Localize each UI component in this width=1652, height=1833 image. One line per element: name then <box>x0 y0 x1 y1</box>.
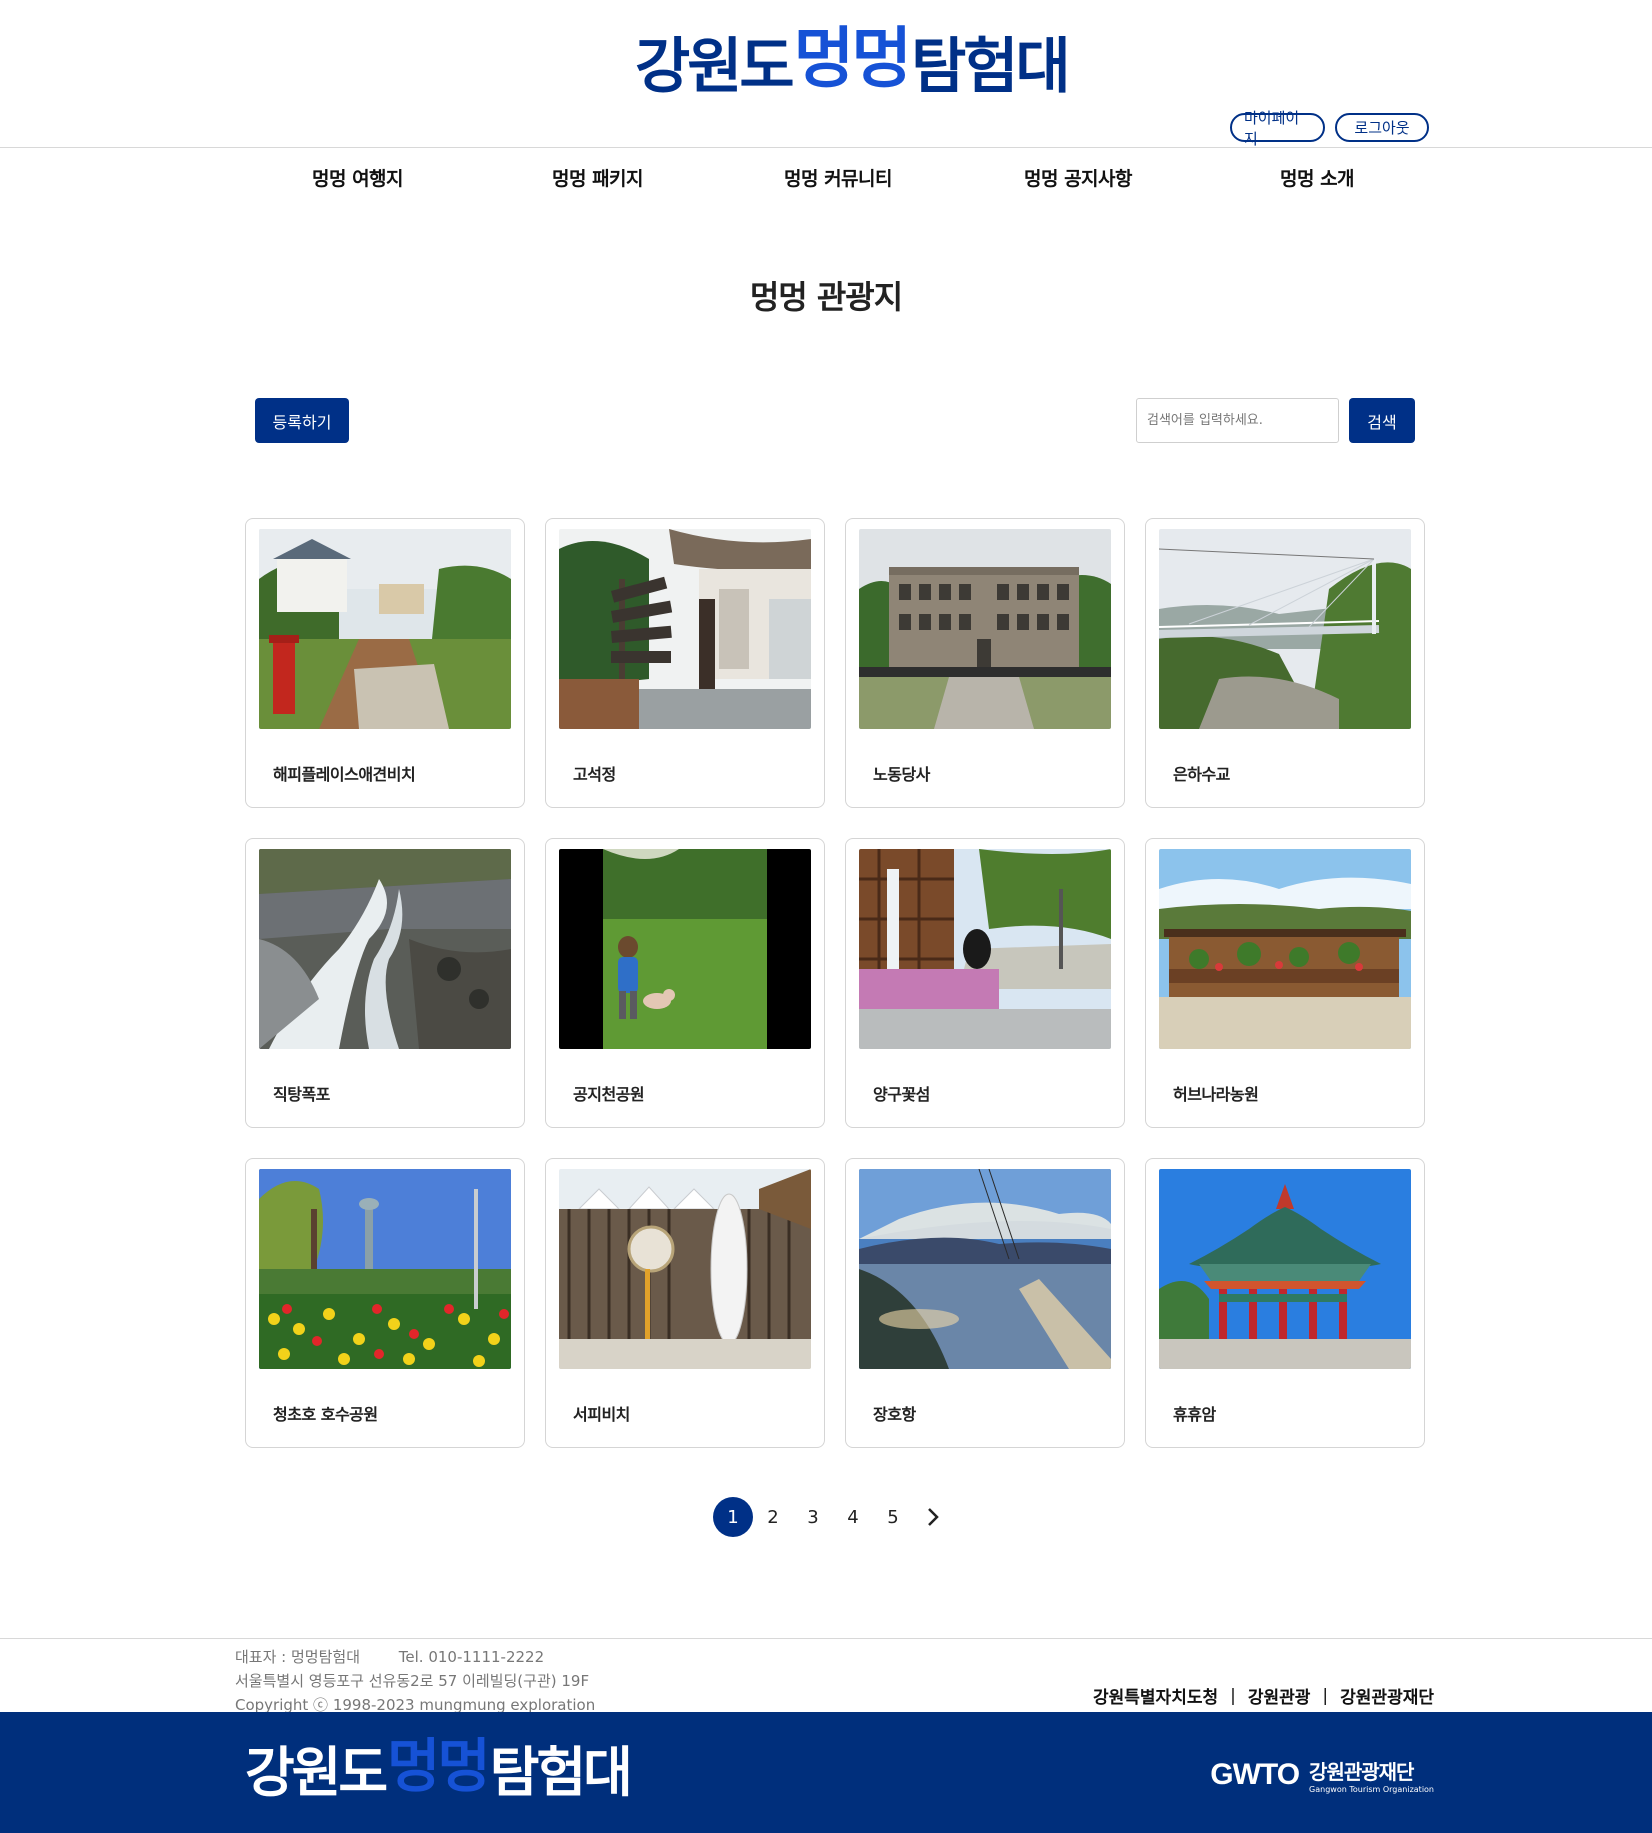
logo-part-1: 강원도 <box>635 32 795 102</box>
logo-part-3: 탐험대 <box>911 32 1071 102</box>
place-card[interactable]: 공지천공원 <box>545 838 825 1128</box>
footer-logo-part-3: 탐험대 <box>489 1741 633 1804</box>
nav-item-destinations[interactable]: 멍멍 여행지 <box>312 164 404 191</box>
gwto-text: 강원관광재단 Gangwon Tourism Organization <box>1309 1756 1434 1794</box>
page-title: 멍멍 관광지 <box>749 278 903 316</box>
next-page-button[interactable] <box>913 1497 953 1537</box>
footer-logo[interactable]: 강원도 멍멍 탐험대 <box>245 1734 633 1804</box>
place-photo <box>859 849 1111 1049</box>
mypage-button[interactable]: 마이페이지 <box>1230 109 1325 148</box>
register-button[interactable]: 등록하기 <box>255 398 349 443</box>
logout-button[interactable]: 로그아웃 <box>1335 113 1429 142</box>
page-5-button[interactable]: 5 <box>873 1497 913 1537</box>
place-card[interactable]: 장호항 <box>845 1158 1125 1448</box>
telephone: Tel. 010-1111-2222 <box>398 1648 545 1666</box>
place-card[interactable]: 휴휴암 <box>1145 1158 1425 1448</box>
page-2-button[interactable]: 2 <box>753 1497 793 1537</box>
place-name: 청초호 호수공원 <box>273 1405 378 1424</box>
place-photo <box>259 849 511 1049</box>
footer-logo-part-1: 강원도 <box>245 1741 388 1804</box>
place-card[interactable]: 허브나라농원 <box>1145 838 1425 1128</box>
representative: 대표자 : 멍멍탐험대 <box>235 1648 360 1666</box>
divider: | <box>1230 1685 1236 1706</box>
place-name: 노동당사 <box>873 765 930 784</box>
place-card[interactable]: 은하수교 <box>1145 518 1425 808</box>
search-input[interactable] <box>1136 398 1339 443</box>
place-photo <box>559 1169 811 1369</box>
footer-info-area: 대표자 : 멍멍탐험대 Tel. 010-1111-2222 서울특별시 영등포… <box>0 1638 1652 1714</box>
place-photo <box>559 529 811 729</box>
place-photo <box>859 1169 1111 1369</box>
nav-item-about[interactable]: 멍멍 소개 <box>1280 164 1355 191</box>
place-photo <box>1159 849 1411 1049</box>
place-card[interactable]: 직탕폭포 <box>245 838 525 1128</box>
footer-logo-part-2: 멍멍 <box>387 1732 491 1800</box>
gwto-name-ko: 강원관광재단 <box>1309 1760 1414 1784</box>
place-name: 고석정 <box>573 765 616 784</box>
chevron-right-icon <box>928 1508 939 1526</box>
place-name: 공지천공원 <box>573 1085 645 1104</box>
place-photo <box>1159 1169 1411 1369</box>
main-nav: 멍멍 여행지 멍멍 패키지 멍멍 커뮤니티 멍멍 공지사항 멍멍 소개 <box>0 148 1652 208</box>
footer-bar: 강원도 멍멍 탐험대 GWTO 강원관광재단 Gangwon Tourism O… <box>0 1712 1652 1833</box>
contact-line: 대표자 : 멍멍탐험대 Tel. 010-1111-2222 <box>235 1645 595 1669</box>
place-card[interactable]: 고석정 <box>545 518 825 808</box>
footer-links: 강원특별자치도청 | 강원관광 | 강원관광재단 <box>1093 1683 1434 1709</box>
gwto-logo[interactable]: GWTO 강원관광재단 Gangwon Tourism Organization <box>1210 1756 1434 1794</box>
gwto-mark: GWTO <box>1210 1758 1300 1791</box>
company-info: 대표자 : 멍멍탐험대 Tel. 010-1111-2222 서울특별시 영등포… <box>235 1645 595 1717</box>
page-1-button[interactable]: 1 <box>713 1497 753 1537</box>
place-name: 허브나라농원 <box>1173 1085 1259 1104</box>
place-photo <box>1159 529 1411 729</box>
place-grid: 해피플레이스애견비치 고석정 노동당사 은하수교 직탕폭포 공지천공원 양구꽃섬… <box>245 518 1425 1448</box>
nav-item-packages[interactable]: 멍멍 패키지 <box>552 164 644 191</box>
place-photo <box>259 1169 511 1369</box>
place-name: 해피플레이스애견비치 <box>273 765 416 784</box>
logo-part-2: 멍멍 <box>793 20 912 97</box>
footer-link-tourism[interactable]: 강원관광 <box>1248 1683 1311 1708</box>
footer-link-foundation[interactable]: 강원관광재단 <box>1340 1683 1434 1708</box>
nav-item-notices[interactable]: 멍멍 공지사항 <box>1024 164 1133 191</box>
place-photo <box>859 529 1111 729</box>
place-name: 휴휴암 <box>1173 1405 1216 1424</box>
pagination: 1 2 3 4 5 <box>713 1497 953 1537</box>
place-card[interactable]: 해피플레이스애견비치 <box>245 518 525 808</box>
place-name: 은하수교 <box>1173 765 1230 784</box>
account-links: 마이페이지 로그아웃 <box>1230 109 1429 148</box>
address: 서울특별시 영등포구 선유동2로 57 이레빌딩(구관) 19F <box>235 1672 590 1690</box>
nav-item-community[interactable]: 멍멍 커뮤니티 <box>784 164 893 191</box>
page-3-button[interactable]: 3 <box>793 1497 833 1537</box>
place-name: 양구꽃섬 <box>873 1085 930 1104</box>
gwto-name-en: Gangwon Tourism Organization <box>1309 1785 1434 1794</box>
place-photo <box>559 849 811 1049</box>
search-button[interactable]: 검색 <box>1349 398 1415 443</box>
place-card[interactable]: 노동당사 <box>845 518 1125 808</box>
place-photo <box>259 529 511 729</box>
place-card[interactable]: 서피비치 <box>545 1158 825 1448</box>
place-name: 장호항 <box>873 1405 916 1424</box>
place-name: 직탕폭포 <box>273 1085 330 1104</box>
place-card[interactable]: 양구꽃섬 <box>845 838 1125 1128</box>
place-card[interactable]: 청초호 호수공원 <box>245 1158 525 1448</box>
footer-link-province[interactable]: 강원특별자치도청 <box>1093 1683 1218 1708</box>
place-name: 서피비치 <box>573 1405 630 1424</box>
divider: | <box>1322 1685 1329 1706</box>
site-logo[interactable]: 강원도 멍멍 탐험대 <box>635 20 1071 103</box>
page-4-button[interactable]: 4 <box>833 1497 873 1537</box>
site-header: 강원도 멍멍 탐험대 마이페이지 로그아웃 <box>0 0 1652 148</box>
